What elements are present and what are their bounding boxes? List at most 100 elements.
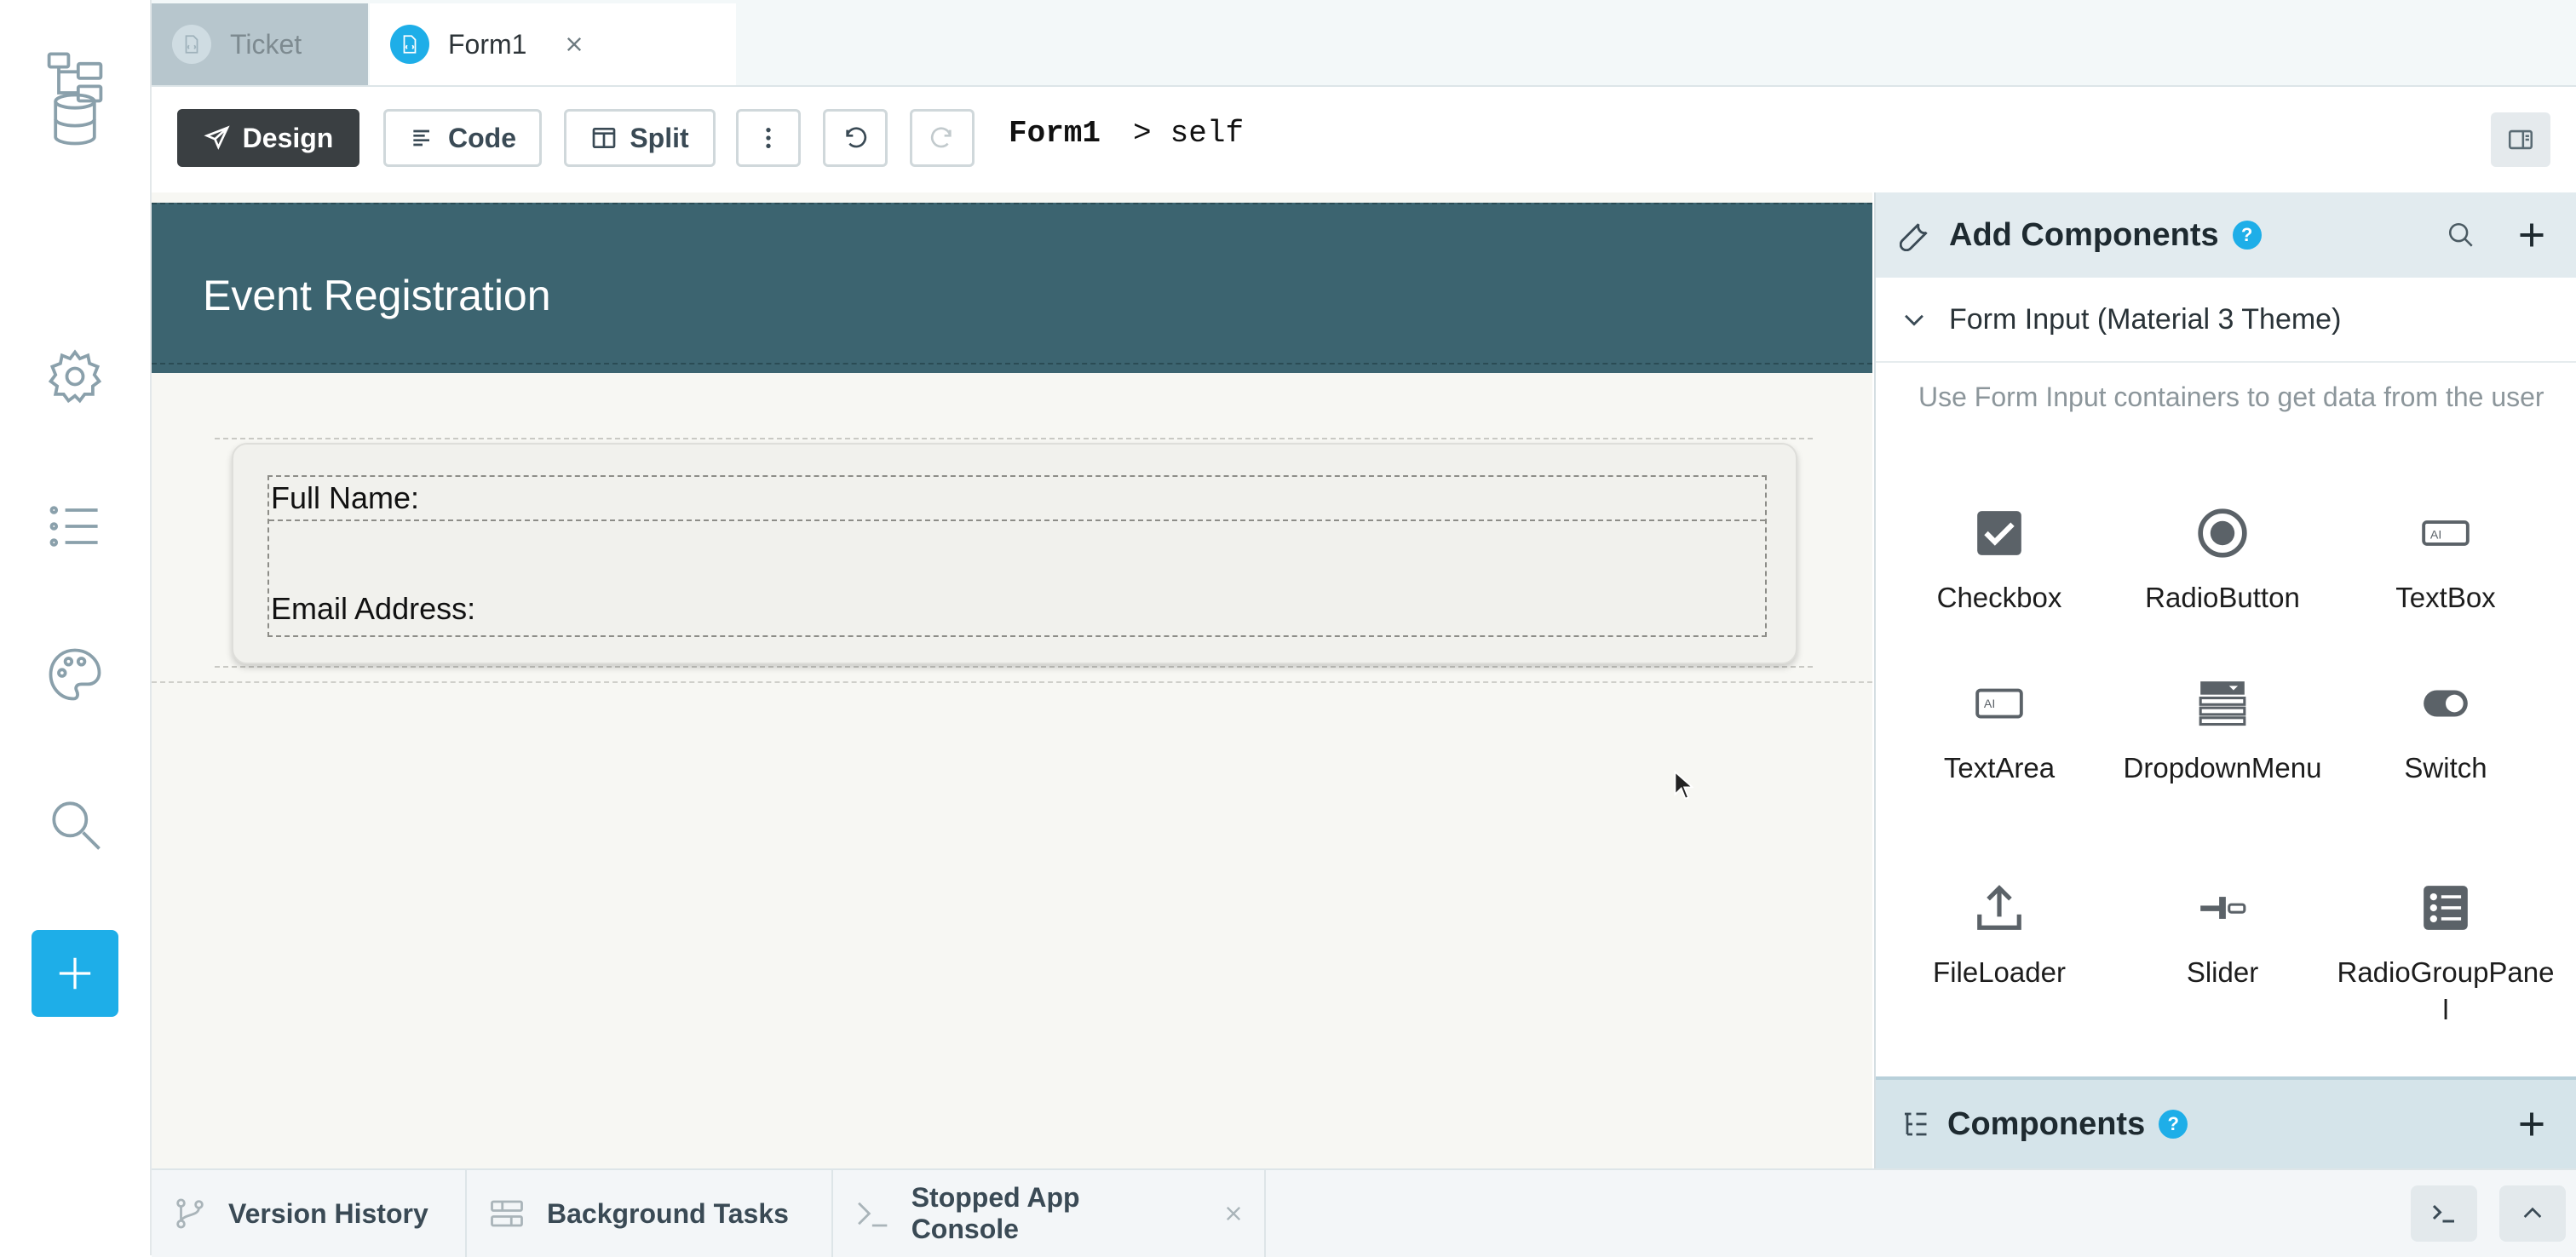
component-checkbox[interactable]: Checkbox: [1888, 499, 2111, 617]
redo-icon: [930, 127, 952, 148]
tab-label: Ticket: [230, 28, 302, 60]
full-name-label[interactable]: Full Name:: [271, 480, 419, 516]
tree-list-icon: [1900, 1109, 1930, 1139]
component-textarea[interactable]: AI TextArea: [1888, 669, 2111, 787]
designer-toolbar: Design Code Split Form1 > self: [152, 87, 2576, 192]
send-icon: [204, 125, 230, 150]
slot-divider: [269, 519, 1765, 521]
component-label: Slider: [2186, 956, 2259, 988]
palette-icon[interactable]: [37, 637, 112, 712]
tab-ticket[interactable]: Ticket: [152, 3, 368, 85]
component-label: RadioGroupPanel: [2337, 956, 2555, 1025]
undo-icon: [846, 127, 867, 148]
dropdown-menu-icon: [2111, 669, 2334, 738]
expand-panel-button[interactable]: [2499, 1185, 2566, 1242]
component-textbox[interactable]: AI TextBox: [2334, 499, 2557, 617]
more-vertical-icon: [766, 128, 771, 148]
chevron-down-icon: [1900, 305, 1929, 334]
search-icon[interactable]: [37, 787, 112, 862]
component-label: TextBox: [2395, 582, 2496, 613]
component-radiobutton[interactable]: RadioButton: [2111, 499, 2334, 617]
branch-icon: [176, 1198, 204, 1229]
component-label: Checkbox: [1936, 582, 2062, 613]
search-icon[interactable]: [2447, 221, 2475, 250]
tasks-icon: [491, 1200, 523, 1227]
form-header[interactable]: Event Registration: [152, 203, 1872, 373]
more-options-button[interactable]: [736, 109, 801, 167]
code-mode-button[interactable]: Code: [383, 109, 542, 167]
breadcrumb-form[interactable]: Form1: [1009, 116, 1101, 151]
tab-label: Form1: [448, 28, 527, 60]
component-label: FileLoader: [1933, 956, 2066, 988]
components-header[interactable]: Components ?: [1876, 1076, 2576, 1168]
help-icon[interactable]: ?: [2232, 221, 2262, 250]
svg-text:AI: AI: [2430, 528, 2441, 542]
database-icon[interactable]: [37, 82, 112, 157]
split-view-icon: [592, 128, 616, 148]
left-rail: [0, 0, 152, 1255]
terminal-icon: [2432, 1204, 2454, 1223]
section-form-input[interactable]: Form Input (Material 3 Theme): [1876, 278, 2576, 363]
components-title: Components: [1947, 1105, 2146, 1142]
component-radiogrouppanel[interactable]: RadioGroupPanel: [2334, 874, 2557, 1029]
sidebar-toggle-icon: [2508, 129, 2533, 150]
switch-icon: [2334, 669, 2557, 738]
breadcrumb-target[interactable]: self: [1170, 116, 1244, 151]
component-fileloader[interactable]: FileLoader: [1888, 874, 2111, 991]
plus-icon: [59, 957, 91, 990]
editor-tab-bar: Ticket Form1: [152, 0, 2576, 87]
card-container[interactable]: Full Name: Email Address:: [232, 443, 1797, 664]
console-toggle-button[interactable]: [2411, 1185, 2477, 1242]
mouse-cursor-icon: [1673, 770, 1693, 801]
gear-icon[interactable]: [37, 339, 112, 414]
upload-icon: [1888, 874, 2111, 942]
form-title[interactable]: Event Registration: [203, 271, 551, 320]
add-components-header: Add Components ?: [1876, 192, 2576, 278]
plus-icon[interactable]: [2516, 1109, 2547, 1139]
redo-button[interactable]: [910, 109, 975, 167]
radio-group-icon: [2334, 874, 2557, 942]
list-icon[interactable]: [37, 489, 112, 564]
add-components-panel: Add Components ? Form Input (Material 3 …: [1874, 192, 2576, 1168]
component-label: TextArea: [1943, 752, 2056, 783]
form-doc-icon: [390, 25, 429, 64]
toggle-panel-button[interactable]: [2491, 112, 2550, 167]
email-address-label[interactable]: Email Address:: [271, 591, 475, 627]
version-history-tab[interactable]: Version History: [152, 1170, 467, 1257]
breadcrumb: Form1 > self: [1009, 116, 1244, 151]
slider-icon: [2111, 874, 2334, 942]
form-doc-icon: [172, 25, 211, 64]
component-slider[interactable]: Slider: [2111, 874, 2334, 991]
header-bottom-border: [152, 363, 1872, 364]
design-mode-button[interactable]: Design: [177, 109, 359, 167]
add-button[interactable]: [32, 930, 118, 1017]
component-label: RadioButton: [2145, 582, 2300, 613]
split-mode-button[interactable]: Split: [564, 109, 716, 167]
plus-icon[interactable]: [2516, 220, 2547, 250]
design-canvas[interactable]: Event Registration Full Name: Email Addr…: [152, 192, 1872, 1168]
textbox-icon: AI: [2334, 499, 2557, 567]
svg-text:AI: AI: [1984, 697, 1995, 711]
card-content-panel[interactable]: Full Name: Email Address:: [267, 475, 1767, 637]
component-label: DropdownMenu: [2123, 752, 2322, 783]
undo-button[interactable]: [823, 109, 888, 167]
tab-form1[interactable]: Form1: [370, 3, 736, 85]
component-dropdownmenu[interactable]: DropdownMenu: [2111, 669, 2334, 787]
tab-label: Background Tasks: [547, 1197, 789, 1229]
close-icon[interactable]: [564, 34, 584, 55]
header-top-border: [152, 203, 1872, 204]
split-label: Split: [630, 122, 689, 153]
textarea-icon: AI: [1888, 669, 2111, 738]
app-console-tab[interactable]: Stopped App Console: [833, 1170, 1266, 1257]
component-switch[interactable]: Switch: [2334, 669, 2557, 787]
background-tasks-tab[interactable]: Background Tasks: [467, 1170, 833, 1257]
terminal-icon: [858, 1202, 888, 1227]
close-icon[interactable]: [1203, 1203, 1264, 1224]
tab-label: Stopped App Console: [911, 1182, 1080, 1244]
section-title: Form Input (Material 3 Theme): [1949, 302, 2342, 336]
add-components-title: Add Components: [1949, 216, 2219, 253]
design-label: Design: [242, 122, 334, 153]
chevron-up-icon: [2523, 1207, 2542, 1218]
code-label: Code: [448, 122, 516, 153]
help-icon[interactable]: ?: [2159, 1110, 2188, 1139]
